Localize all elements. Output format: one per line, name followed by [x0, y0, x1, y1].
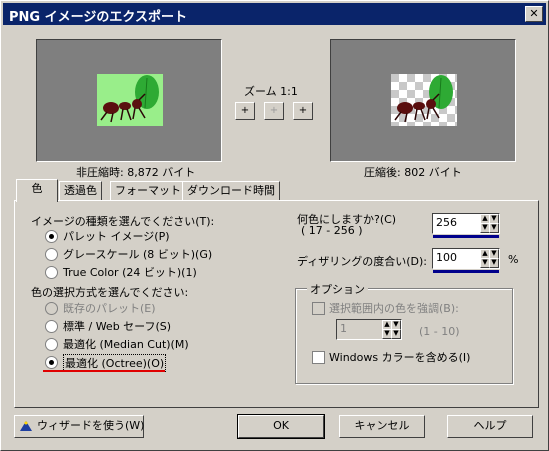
colors-count-spinner[interactable]: 256 ▲ ▼ ▼ ▼: [432, 213, 500, 238]
zoom-reset-icon: +: [269, 105, 279, 116]
title-bar: PNG イメージのエクスポート ✕: [3, 3, 546, 25]
radio-truecolor[interactable]: [45, 266, 58, 279]
dither-spinner[interactable]: 100 ▲ ▼ ▼ ▼: [432, 248, 500, 273]
help-button[interactable]: ヘルプ: [447, 415, 533, 438]
emphasize-range: (1 - 10): [419, 325, 460, 338]
preview-uncompressed: [36, 39, 222, 162]
radio-truecolor-label[interactable]: True Color (24 ビット)(1): [63, 264, 197, 280]
emphasize-spinner[interactable]: 1 ▲ ▼ ▼ ▼: [336, 319, 402, 340]
zoom-out-button[interactable]: +: [293, 102, 313, 120]
tab-format[interactable]: フォーマット: [110, 181, 186, 200]
preview-compressed: [330, 39, 516, 162]
zoom-label: ズーム 1:1: [244, 85, 298, 98]
radio-median-cut[interactable]: [45, 338, 58, 351]
window-title: PNG イメージのエクスポート: [9, 10, 187, 25]
radio-grayscale-label[interactable]: グレースケール (8 ビット)(G): [63, 246, 212, 262]
wizard-button[interactable]: ウィザードを使う(W): [14, 415, 144, 438]
cancel-button[interactable]: キャンセル: [339, 415, 425, 438]
radio-octree[interactable]: [45, 356, 58, 369]
dialog-window: PNG イメージのエクスポート ✕ ズーム 1:1 + + + 非圧縮時: 8,…: [0, 0, 549, 451]
colors-dropdown-icon-2[interactable]: ▼: [489, 223, 499, 233]
dither-value: 100: [436, 251, 457, 264]
wizard-button-label: ウィザードを使う(W): [37, 419, 145, 432]
radio-web-safe[interactable]: [45, 320, 58, 333]
ant-leaf-image: [97, 74, 163, 126]
tab-download-time[interactable]: ダウンロード時間: [182, 181, 280, 200]
dither-label: ディザリングの度合い(D):: [297, 255, 427, 268]
uncompressed-size-label: 非圧縮時: 8,872 バイト: [76, 166, 196, 179]
close-button[interactable]: ✕: [525, 6, 543, 22]
colors-count-range: ( 17 - 256 ): [301, 224, 363, 237]
colors-slider-bar[interactable]: [433, 235, 499, 238]
emphasize-value: 1: [340, 322, 347, 335]
radio-palette[interactable]: [45, 230, 58, 243]
compressed-size-label: 圧縮後: 802 バイト: [364, 166, 462, 179]
close-icon: ✕: [529, 7, 539, 20]
radio-palette-label[interactable]: パレット イメージ(P): [63, 228, 170, 244]
windows-colors-label[interactable]: Windows カラーを含める(I): [329, 349, 470, 365]
zoom-reset-button[interactable]: +: [264, 102, 284, 120]
colors-count-value: 256: [436, 216, 457, 229]
radio-existing-palette-label[interactable]: 既存のパレット(E): [63, 300, 156, 316]
windows-colors-checkbox[interactable]: [312, 351, 325, 364]
color-method-heading: 色の選択方式を選んでください:: [31, 286, 189, 299]
options-group-title: オプション: [307, 281, 368, 297]
image-type-heading: イメージの種類を選んでください(T):: [31, 215, 215, 228]
zoom-in-icon: +: [240, 105, 250, 116]
zoom-out-icon: +: [298, 105, 308, 116]
radio-median-cut-label[interactable]: 最適化 (Median Cut)(M): [63, 336, 189, 352]
radio-web-safe-label[interactable]: 標準 / Web セーフ(S): [63, 318, 171, 334]
dither-slider-bar[interactable]: [433, 270, 499, 273]
zoom-in-button[interactable]: +: [235, 102, 255, 120]
emphasize-label[interactable]: 選択範囲内の色を強調(B):: [329, 300, 459, 316]
emphasize-checkbox[interactable]: [312, 302, 325, 315]
tab-transparency[interactable]: 透過色: [59, 181, 102, 200]
tab-color[interactable]: 色: [16, 179, 58, 202]
wizard-icon: [20, 421, 32, 431]
ok-button[interactable]: OK: [237, 414, 325, 439]
emphasize-dropdown-icon-2[interactable]: ▼: [391, 329, 401, 339]
dither-unit: %: [508, 253, 519, 266]
radio-existing-palette[interactable]: [45, 302, 58, 315]
radio-grayscale[interactable]: [45, 248, 58, 261]
octree-underline-highlight: [43, 370, 165, 372]
dither-dropdown-icon-2[interactable]: ▼: [489, 258, 499, 268]
ant-leaf-compressed-image: [391, 74, 457, 126]
